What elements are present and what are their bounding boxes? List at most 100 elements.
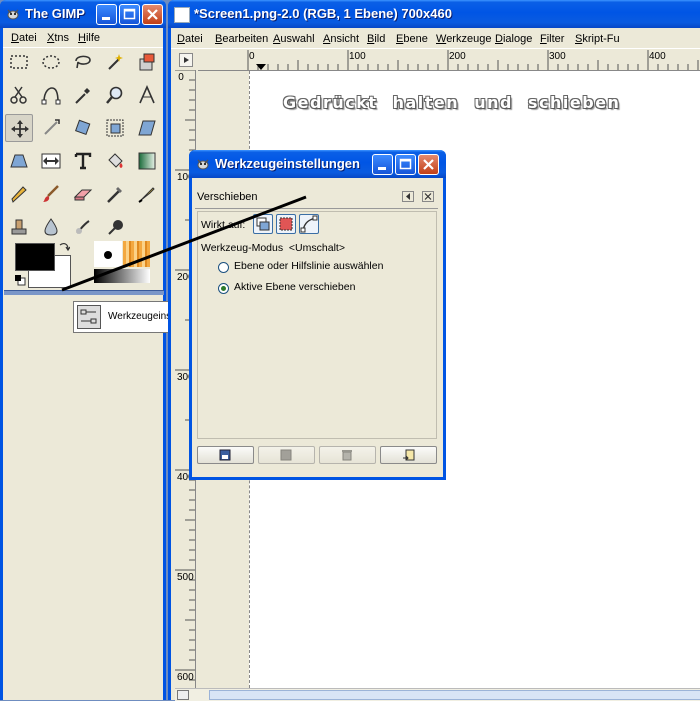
gradient-preview[interactable] [94,269,150,283]
tool-color-picker[interactable] [69,81,97,109]
gimp-logo-icon [197,159,209,170]
quickmask-menu-button[interactable] [179,53,193,67]
tool-eraser[interactable] [69,180,97,208]
minimize-icon [102,17,110,20]
menu-werkzeuge[interactable]: Werkzeuge [436,33,491,45]
tool-magic-wand[interactable] [101,48,129,76]
tool-paths[interactable] [37,81,65,109]
affect-layer-button[interactable] [253,214,273,234]
menu-datei[interactable]: Datei [177,33,203,45]
close-button[interactable] [418,154,439,175]
tool-options-tab-button[interactable] [77,305,101,329]
tool-bucket-fill[interactable] [101,147,129,175]
tool-blend[interactable] [133,147,161,175]
tool-ellipse-select[interactable] [37,48,65,76]
tool-lasso[interactable] [69,48,97,76]
menu-ansicht[interactable]: Ansicht [323,33,359,45]
close-button[interactable] [142,4,163,25]
menu-dialoge[interactable]: Dialoge [495,33,532,45]
restore-options-button[interactable] [258,446,315,464]
tab-label: Verschieben [197,191,258,203]
pattern-preview[interactable] [123,241,150,267]
path-icon [300,215,318,233]
reset-options-button[interactable] [380,446,437,464]
toolbox-window: The GIMP Datei Xtns Hilfe [0,0,166,700]
tool-measure[interactable] [133,81,161,109]
lasso-icon [75,55,91,69]
ruler-label: 300 [549,51,566,62]
menu-datei[interactable]: Datei [11,32,37,44]
menu-filter[interactable]: Filter [540,33,564,45]
tool-smudge[interactable] [69,213,97,241]
horizontal-ruler[interactable]: 0 100 200 300 400 [198,50,700,71]
menu-xtns[interactable]: Xtns [47,32,69,44]
option-radio-pick-layer[interactable] [218,262,229,273]
tool-scissors[interactable] [5,81,33,109]
airbrush-icon [107,187,122,203]
eraser-icon [73,189,93,201]
affect-path-button[interactable] [299,214,319,234]
tool-perspective[interactable] [5,147,33,175]
menu-auswahl[interactable]: Auswahl [273,33,315,45]
tool-scale[interactable] [101,114,129,142]
maximize-button[interactable] [119,4,140,25]
ruler-label: 600 [177,672,194,683]
scrollbar-thumb[interactable] [209,690,700,700]
save-icon [219,449,231,461]
option-radio-move-active-layer[interactable] [218,283,229,294]
tool-pencil[interactable] [5,180,33,208]
tool-text[interactable] [69,147,97,175]
tool-blur[interactable] [37,213,65,241]
close-icon [424,193,432,200]
tab-close-button[interactable] [422,191,434,202]
tool-dodge-burn[interactable] [101,213,129,241]
menu-bild[interactable]: Bild [367,33,385,45]
tool-paintbrush[interactable] [37,180,65,208]
tool-options-client: Verschieben Wirkt auf: Werkzeug-Modus <U… [192,178,443,477]
tool-move[interactable] [5,114,33,142]
menu-skript-fu[interactable]: Skript-Fu [575,33,620,45]
foreground-color-swatch[interactable] [15,243,55,271]
toolbox-title: The GIMP [25,6,85,21]
scrollbar-corner-button[interactable] [177,690,189,700]
tool-zoom[interactable] [101,81,129,109]
image-window-icon [174,7,190,23]
minimize-button[interactable] [372,154,393,175]
default-colors-icon[interactable] [14,274,26,286]
tool-ink[interactable] [133,180,161,208]
paths-icon [41,87,61,105]
trash-icon [342,450,352,461]
ruler-label: 500 [177,572,194,583]
blend-icon [138,152,156,170]
maximize-button[interactable] [395,154,416,175]
swap-colors-icon[interactable] [58,241,70,253]
tool-select-by-color[interactable] [133,48,161,76]
tool-options-titlebar[interactable]: Werkzeugeinstellungen [189,150,446,178]
ellipse-select-icon [42,55,60,69]
maximize-icon [399,158,412,170]
image-title: *Screen1.png-2.0 (RGB, 1 Ebene) 700x460 [194,6,452,21]
brush-preview[interactable] [94,241,122,267]
delete-options-button[interactable] [319,446,376,464]
tool-airbrush[interactable] [101,180,129,208]
tab-menu-button[interactable] [402,191,414,202]
save-options-button[interactable] [197,446,254,464]
image-titlebar[interactable]: *Screen1.png-2.0 (RGB, 1 Ebene) 700x460 [168,0,700,28]
tool-flip[interactable] [37,147,65,175]
affect-selection-button[interactable] [276,214,296,234]
toolbox-client: Datei Xtns Hilfe [3,28,164,700]
tool-rotate[interactable] [69,114,97,142]
ink-icon [138,187,155,203]
tool-crop[interactable] [37,114,65,142]
tool-shear[interactable] [133,114,161,142]
menu-bearbeiten[interactable]: Bearbeiten [215,33,268,45]
tool-rect-select[interactable] [5,48,33,76]
dialog-button-row [197,446,437,466]
horizontal-scrollbar[interactable] [175,688,700,701]
options-panel: Wirkt auf: Werkzeug-Modus <Umschalt> Ebe… [197,211,437,439]
toolbox-titlebar[interactable]: The GIMP [0,0,166,28]
minimize-button[interactable] [96,4,117,25]
menu-hilfe[interactable]: Hilfe [78,32,100,44]
tool-clone[interactable] [5,213,33,241]
menu-ebene[interactable]: Ebene [396,33,428,45]
